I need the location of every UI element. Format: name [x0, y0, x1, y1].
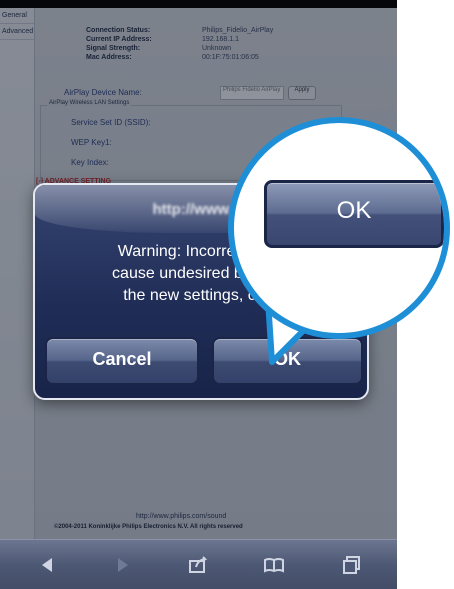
forward-arrow-icon[interactable] — [110, 553, 134, 577]
back-arrow-icon[interactable] — [36, 553, 60, 577]
pages-icon[interactable] — [340, 553, 364, 577]
bookmarks-icon[interactable] — [262, 553, 286, 577]
magnifier-callout: OK — [228, 117, 450, 339]
share-icon[interactable] — [186, 553, 210, 577]
cancel-button[interactable]: Cancel — [45, 337, 199, 385]
ok-button[interactable]: OK — [212, 337, 363, 385]
status-bar — [0, 0, 397, 8]
zoomed-ok-button: OK — [264, 180, 444, 248]
safari-toolbar — [0, 539, 397, 589]
